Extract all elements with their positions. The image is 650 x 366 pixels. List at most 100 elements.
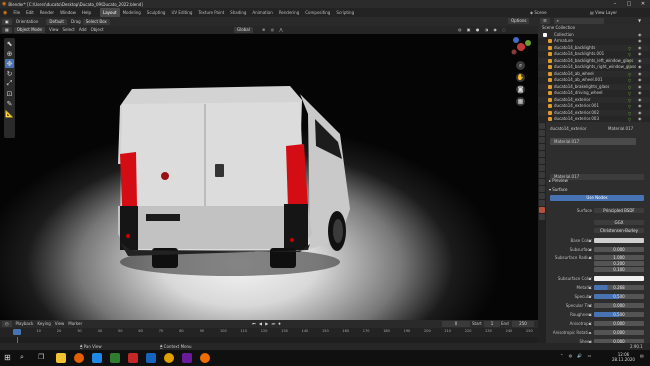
mode-dropdown[interactable]: Object Mode bbox=[13, 27, 45, 33]
render-tab-icon[interactable] bbox=[539, 130, 545, 136]
world-tab-icon[interactable] bbox=[539, 158, 545, 164]
shader-field-value[interactable] bbox=[594, 238, 644, 243]
object-tab-icon[interactable] bbox=[539, 165, 545, 171]
start-frame-field[interactable]: 1 bbox=[484, 321, 500, 327]
shader-field-value[interactable]: 0.000 bbox=[594, 303, 644, 308]
chrome-icon[interactable] bbox=[164, 353, 174, 363]
tab-texture-paint[interactable]: Texture Paint bbox=[195, 8, 227, 17]
task-view-icon[interactable]: ❐ bbox=[38, 353, 48, 363]
particles-tab-icon[interactable] bbox=[539, 179, 545, 185]
playhead-marker[interactable] bbox=[13, 329, 21, 335]
app-purple-icon[interactable] bbox=[182, 353, 192, 363]
socket-icon[interactable] bbox=[589, 295, 591, 298]
tab-layout[interactable]: Layout bbox=[99, 8, 120, 17]
blender-taskbar-icon[interactable] bbox=[200, 353, 210, 363]
tab-animation[interactable]: Animation bbox=[249, 8, 275, 17]
notification-icon[interactable]: ▤ bbox=[640, 353, 644, 358]
shader-field-value[interactable]: 0.000 bbox=[594, 321, 644, 326]
socket-icon[interactable] bbox=[589, 256, 591, 259]
snap-proportional-icons[interactable]: ⊕ ◎ ⋀ bbox=[262, 26, 285, 34]
select-cursor-icon[interactable]: ⬉ bbox=[5, 39, 14, 48]
end-frame-field[interactable]: 250 bbox=[512, 321, 534, 327]
menu-render[interactable]: Render bbox=[37, 8, 57, 17]
scale-icon[interactable]: ⤢ bbox=[5, 79, 14, 88]
subsurface-method-dropdown[interactable]: Christensen-Burley bbox=[594, 228, 644, 233]
material-slot-item[interactable]: Material.017 bbox=[550, 138, 636, 145]
physics-tab-icon[interactable] bbox=[539, 186, 545, 192]
mail-icon[interactable] bbox=[92, 353, 102, 363]
menu-file[interactable]: File bbox=[10, 8, 23, 17]
orientation-dropdown[interactable]: Default bbox=[46, 18, 67, 25]
data-tab-icon[interactable] bbox=[539, 200, 545, 206]
windows-start-icon[interactable]: ⊞ bbox=[4, 354, 12, 362]
filter-icon[interactable]: ▼ bbox=[638, 18, 641, 23]
material-tab-icon[interactable] bbox=[539, 207, 545, 213]
tab-compositing[interactable]: Compositing bbox=[302, 8, 333, 17]
socket-icon[interactable] bbox=[589, 340, 591, 343]
tab-shading[interactable]: Shading bbox=[227, 8, 249, 17]
pan-hand-icon[interactable]: ✋ bbox=[516, 73, 525, 82]
search-icon[interactable]: ⌕ bbox=[20, 353, 30, 363]
menu-view[interactable]: View bbox=[49, 26, 59, 34]
timeline-ruler[interactable]: 0102030405060708090100110120130140150160… bbox=[0, 328, 538, 337]
camera-view-icon[interactable]: ◙ bbox=[516, 85, 525, 94]
distribution-dropdown[interactable]: GGX bbox=[594, 220, 644, 225]
output-tab-icon[interactable] bbox=[539, 137, 545, 143]
options-dropdown[interactable]: Options bbox=[508, 18, 530, 24]
view-layer-selector[interactable]: ▤ View Layer bbox=[590, 8, 617, 17]
menu-help[interactable]: Help bbox=[79, 8, 94, 17]
tab-uv-editing[interactable]: UV Editing bbox=[168, 8, 195, 17]
tab-rendering[interactable]: Rendering bbox=[276, 8, 302, 17]
timeline-view-menu[interactable]: View bbox=[55, 320, 65, 328]
measure-icon[interactable]: 📐 bbox=[5, 109, 14, 118]
zoom-icon[interactable]: ⌕ bbox=[516, 61, 525, 70]
rotate-icon[interactable]: ↻ bbox=[5, 69, 14, 78]
outliner-editor-icon[interactable]: ☰ bbox=[540, 18, 550, 24]
tab-modeling[interactable]: Modeling bbox=[120, 8, 144, 17]
use-nodes-button[interactable]: Use Nodes bbox=[550, 195, 644, 201]
shader-field-value[interactable]: 0.000 bbox=[594, 247, 644, 252]
socket-icon[interactable] bbox=[589, 277, 591, 280]
socket-icon[interactable] bbox=[589, 313, 591, 316]
shader-field-value[interactable]: 0.000 bbox=[594, 330, 644, 335]
system-tray-icons[interactable]: ⌃ ◍ 🔊 ▭ bbox=[560, 353, 593, 358]
socket-icon[interactable] bbox=[589, 248, 591, 251]
menu-select[interactable]: Select bbox=[62, 26, 74, 34]
minimize-button[interactable]: – bbox=[608, 0, 622, 8]
cursor-icon[interactable]: ⊕ bbox=[5, 49, 14, 58]
surface-section[interactable]: ▾ Surface bbox=[546, 186, 650, 193]
timeline-editor-icon[interactable]: ◷ bbox=[2, 321, 12, 327]
tool-settings-icon[interactable]: ▣ bbox=[2, 18, 12, 25]
shader-field-value[interactable]: 0.500 bbox=[594, 312, 644, 317]
socket-icon[interactable] bbox=[589, 331, 591, 334]
tab-scripting[interactable]: Scripting bbox=[333, 8, 357, 17]
outliner-search[interactable]: ⌕ bbox=[553, 18, 604, 24]
drag-dropdown[interactable]: Select Box bbox=[82, 18, 110, 25]
shader-field-value[interactable]: 0.000 bbox=[594, 339, 644, 343]
overlay-shading-icons[interactable]: ◍ ▣ ● ◑ ◉ ◌ bbox=[458, 26, 508, 34]
view-layer-tab-icon[interactable] bbox=[539, 144, 545, 150]
playback-controls[interactable]: ⏮ ◀ ▶ ⏭ ⏺ bbox=[252, 321, 281, 326]
preview-section[interactable]: ▸ Preview bbox=[546, 177, 650, 184]
marker-menu[interactable]: Marker bbox=[68, 320, 82, 328]
socket-icon[interactable] bbox=[589, 286, 591, 289]
modifier-tab-icon[interactable] bbox=[539, 172, 545, 178]
tool-tab-icon[interactable] bbox=[539, 123, 545, 129]
keying-menu[interactable]: Keying bbox=[37, 320, 50, 328]
menu-edit[interactable]: Edit bbox=[23, 8, 37, 17]
annotate-icon[interactable]: ✎ bbox=[5, 99, 14, 108]
menu-window[interactable]: Window bbox=[57, 8, 79, 17]
playback-menu[interactable]: Playback bbox=[16, 320, 34, 328]
socket-icon[interactable] bbox=[589, 304, 591, 307]
menu-object[interactable]: Object bbox=[91, 26, 104, 34]
axis-gizmo-icon[interactable] bbox=[508, 34, 534, 60]
scene-selector[interactable]: ◈ Scene bbox=[530, 8, 547, 17]
texture-tab-icon[interactable] bbox=[539, 214, 545, 220]
shader-field-value[interactable]: 0.500 bbox=[594, 294, 644, 299]
excel-icon[interactable] bbox=[110, 353, 120, 363]
tab-sculpting[interactable]: Sculpting bbox=[144, 8, 169, 17]
3d-viewport[interactable]: ⬉ ⊕ ✥ ↻ ⤢ ⊡ ✎ 📐 ⌕ ✋ ◙ ▦ bbox=[0, 34, 538, 320]
clock[interactable]: 12:06 28.11.2020 bbox=[612, 352, 635, 362]
perspective-grid-icon[interactable]: ▦ bbox=[516, 97, 525, 106]
maximize-button[interactable]: □ bbox=[622, 0, 636, 8]
